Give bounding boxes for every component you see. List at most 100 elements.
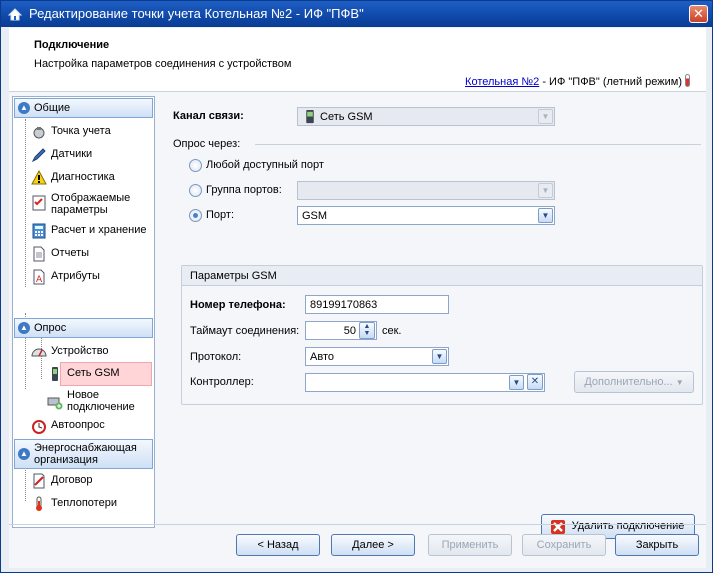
- thermometer-icon: [685, 74, 690, 87]
- collapse-arrow-icon: ▲: [18, 448, 30, 460]
- gauge-icon: [31, 348, 47, 357]
- thermometer-icon: [36, 496, 42, 511]
- phone-icon: [306, 109, 314, 124]
- channel-label: Канал связи:: [173, 110, 244, 122]
- poll-via-label: Опрос через:: [173, 138, 241, 150]
- alarm-clock-icon: [32, 420, 46, 434]
- sidebar-item-label: Автоопрос: [51, 419, 105, 431]
- sidebar-item-label: Устройство: [51, 345, 109, 357]
- chevron-down-icon: ▼: [538, 208, 553, 223]
- protocol-select[interactable]: Авто ▼: [305, 347, 449, 366]
- navigation-sidebar: ▲ Общие Точка учета Датчики Диагностика …: [12, 96, 155, 528]
- channel-select[interactable]: Сеть GSM ▼: [297, 107, 555, 126]
- sidebar-item-label: Атрибуты: [51, 270, 100, 282]
- sidebar-item-label: Отчеты: [51, 247, 90, 259]
- close-button[interactable]: Закрыть: [615, 534, 699, 556]
- chevron-down-icon: ▼: [675, 378, 684, 387]
- phone-label: Номер телефона:: [190, 299, 286, 311]
- page-subtitle: Настройка параметров соединения с устрой…: [34, 58, 292, 70]
- radio-port-group[interactable]: [189, 184, 202, 197]
- tree-guide: [25, 119, 26, 287]
- sidebar-item-label: Точка учета: [51, 125, 111, 137]
- section-divider: [255, 144, 701, 145]
- delete-connection-label: Удалить подключение: [571, 520, 685, 532]
- document-icon: [33, 246, 45, 262]
- back-button[interactable]: < Назад: [236, 534, 320, 556]
- checklist-icon: [32, 195, 46, 211]
- sidebar-item-label: Отображаемые параметры: [51, 192, 131, 216]
- radio-any-port-label: Любой доступный порт: [206, 159, 324, 171]
- sidebar-item-label: Датчики: [51, 148, 93, 160]
- phone-icon: [52, 367, 58, 381]
- timeout-label: Таймаут соединения:: [190, 325, 300, 337]
- pen-icon: [31, 148, 46, 163]
- footer-divider: [9, 524, 706, 525]
- radio-any-port[interactable]: [189, 159, 202, 172]
- chevron-down-icon: ▼: [509, 375, 524, 390]
- warning-icon: [31, 170, 47, 185]
- sidebar-item-label: Новое подключение: [67, 389, 135, 413]
- port-select[interactable]: GSM ▼: [297, 206, 555, 225]
- group-general[interactable]: ▲ Общие: [14, 98, 153, 118]
- svg-text:A: A: [36, 275, 43, 285]
- timeout-input[interactable]: 50 ▲ ▼: [305, 321, 377, 340]
- clear-controller-button[interactable]: ✕: [527, 374, 543, 390]
- page-title: Подключение: [34, 39, 110, 51]
- breadcrumb: Котельная №2 - ИФ "ПФВ" (летний режим): [465, 74, 690, 88]
- group-poll[interactable]: ▲ Опрос: [14, 318, 153, 338]
- metering-point-link[interactable]: Котельная №2: [465, 76, 539, 88]
- group-label: Опрос: [34, 322, 67, 334]
- group-energy-supplier[interactable]: ▲ Энергоснабжающая организация: [14, 439, 153, 469]
- apply-button[interactable]: Применить: [428, 534, 512, 556]
- gsm-panel-header: Параметры GSM: [182, 266, 702, 286]
- app-window-icon: [7, 8, 23, 21]
- timeout-value: 50: [343, 325, 356, 337]
- timeout-stepper[interactable]: ▲ ▼: [359, 322, 375, 339]
- radio-port-group-label: Группа портов:: [206, 184, 282, 196]
- sidebar-item-label: Сеть GSM: [67, 367, 120, 379]
- save-button[interactable]: Сохранить: [522, 534, 606, 556]
- channel-value: Сеть GSM: [320, 111, 373, 123]
- next-button[interactable]: Далее >: [331, 534, 415, 556]
- more-button[interactable]: Дополнительно... ▼: [574, 371, 694, 393]
- collapse-arrow-icon: ▲: [18, 322, 30, 334]
- phone-value: 89199170863: [310, 299, 378, 311]
- sidebar-item-label: Расчет и хранение: [51, 224, 147, 236]
- delete-icon: [551, 520, 565, 534]
- connection-form: Канал связи: Сеть GSM ▼ Опрос через: Люб…: [169, 98, 704, 539]
- sidebar-item-label: Договор: [51, 474, 93, 486]
- phone-input[interactable]: 89199170863: [305, 295, 449, 314]
- title-bar[interactable]: Редактирование точки учета Котельная №2 …: [1, 1, 712, 27]
- controller-select[interactable]: ▼ ✕: [305, 373, 545, 392]
- sidebar-item-label: Теплопотери: [51, 497, 117, 509]
- port-value: GSM: [302, 210, 328, 222]
- gsm-panel-title: Параметры GSM: [190, 270, 277, 282]
- dialog-content: Подключение Настройка параметров соедине…: [9, 28, 706, 568]
- close-window-button[interactable]: ✕: [689, 5, 708, 23]
- chevron-down-icon: ▼: [538, 109, 553, 124]
- radio-port-label: Порт:: [206, 209, 234, 221]
- calculator-icon: [32, 223, 46, 239]
- controller-label: Контроллер:: [190, 376, 254, 388]
- more-button-label: Дополнительно...: [584, 376, 673, 388]
- collapse-arrow-icon: ▲: [18, 102, 30, 114]
- window-title: Редактирование точки учета Котельная №2 …: [29, 6, 364, 21]
- chevron-down-icon: ▼: [538, 183, 553, 198]
- group-label: Энергоснабжающая организация: [34, 442, 137, 466]
- metering-point-icon: [33, 127, 45, 139]
- port-group-select[interactable]: ▼: [297, 181, 555, 200]
- group-label: Общие: [34, 102, 71, 114]
- gsm-params-panel: Параметры GSM Номер телефона: 8919917086…: [181, 265, 703, 405]
- dialog-window: Редактирование точки учета Котельная №2 …: [0, 0, 713, 573]
- radio-port[interactable]: [189, 209, 202, 222]
- chevron-down-icon: ▼: [432, 349, 447, 364]
- page-header: Подключение Настройка параметров соедине…: [9, 28, 706, 92]
- sidebar-item-label: Диагностика: [51, 171, 115, 183]
- attributes-icon: A: [33, 269, 45, 285]
- contract-icon: [33, 473, 45, 489]
- timeout-unit: сек.: [382, 325, 402, 337]
- new-connection-icon: [47, 397, 63, 410]
- breadcrumb-suffix: - ИФ "ПФВ" (летний режим): [539, 76, 682, 88]
- protocol-value: Авто: [310, 351, 334, 363]
- protocol-label: Протокол:: [190, 351, 242, 363]
